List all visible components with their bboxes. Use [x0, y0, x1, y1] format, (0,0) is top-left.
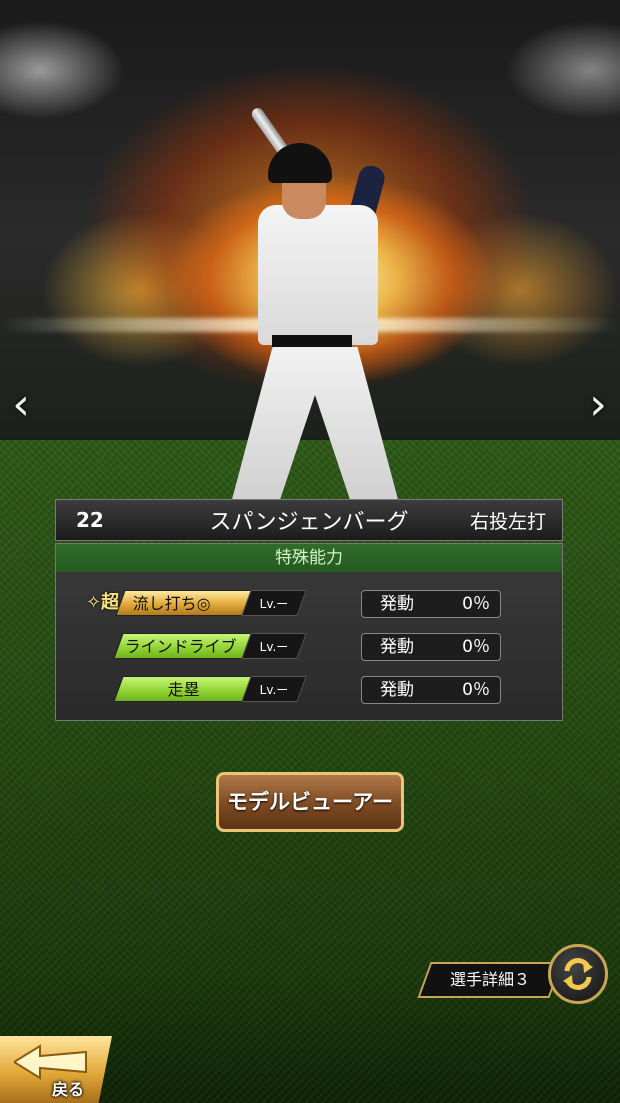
ability-level-text: Lv.ー	[259, 640, 288, 654]
ability-row: 走塁 Lv.ー 発動 0％	[56, 676, 562, 706]
chevron-left-icon[interactable]: ‹	[6, 380, 36, 430]
model-viewer-button[interactable]: モデルビューアー	[216, 772, 404, 832]
special-abilities-panel: 特殊能力 ✧超 流し打ち◎ Lv.ー 発動 0％ ラインドライブ Lv.ー 発動…	[55, 543, 563, 721]
panel-header: 特殊能力	[56, 544, 562, 572]
ability-name: 流し打ち◎	[132, 594, 211, 613]
ability-name: ラインドライブ	[124, 637, 237, 656]
switch-button[interactable]	[548, 944, 608, 1004]
ability-tag: ラインドライブ	[113, 633, 255, 659]
activation-label: 発動	[380, 594, 414, 614]
ability-level: Lv.ー	[241, 676, 307, 702]
ability-level: Lv.ー	[241, 633, 307, 659]
ability-tag: 走塁	[113, 676, 255, 702]
refresh-icon	[563, 958, 593, 990]
player-name-bar: 22 スパンジェンバーグ 右投左打	[55, 499, 563, 541]
ability-level: Lv.ー	[241, 590, 307, 616]
activation-rate: 0％	[462, 637, 490, 657]
player-handedness: 右投左打	[469, 510, 546, 533]
ability-row: ラインドライブ Lv.ー 発動 0％	[56, 633, 562, 663]
activation-rate: 0％	[462, 680, 490, 700]
player-legs	[230, 347, 400, 507]
back-button[interactable]: 戻る	[0, 1036, 112, 1103]
activation-box: 発動 0％	[361, 633, 501, 661]
player-uniform	[258, 205, 378, 345]
activation-label: 発動	[380, 637, 414, 657]
ability-level-text: Lv.ー	[259, 683, 288, 697]
chevron-right-icon[interactable]: ›	[583, 380, 613, 430]
player-figure	[200, 85, 420, 507]
ability-level-text: Lv.ー	[259, 597, 288, 611]
player-detail-label: 選手詳細３	[449, 970, 530, 989]
back-label: 戻る	[52, 1080, 85, 1099]
activation-label: 発動	[380, 680, 414, 700]
player-detail-button[interactable]: 選手詳細３	[417, 962, 563, 998]
activation-box: 発動 0％	[361, 676, 501, 704]
player-belt	[272, 335, 352, 349]
ability-name: 走塁	[167, 680, 200, 699]
activation-rate: 0％	[462, 594, 490, 614]
activation-box: 発動 0％	[361, 590, 501, 618]
ability-tag: 流し打ち◎	[115, 590, 255, 616]
ability-row: ✧超 流し打ち◎ Lv.ー 発動 0％	[56, 590, 562, 620]
super-star-icon: ✧超	[86, 592, 120, 613]
